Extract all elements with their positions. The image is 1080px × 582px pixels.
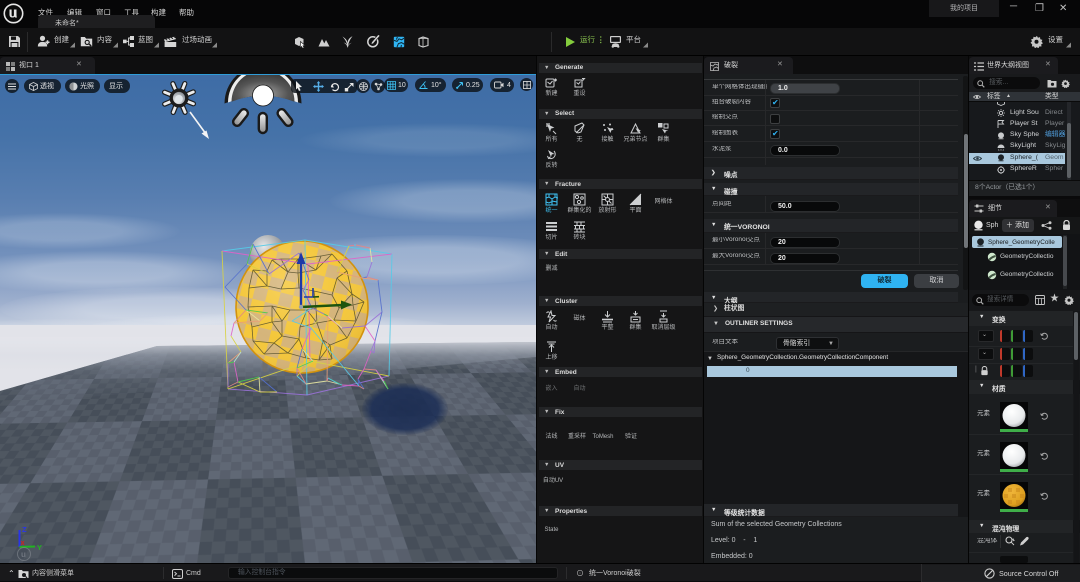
svg-text:u: u — [21, 550, 26, 559]
svg-text:x: x — [21, 538, 26, 547]
svg-text:Y: Y — [37, 543, 42, 552]
svg-text:Z: Z — [22, 525, 27, 534]
